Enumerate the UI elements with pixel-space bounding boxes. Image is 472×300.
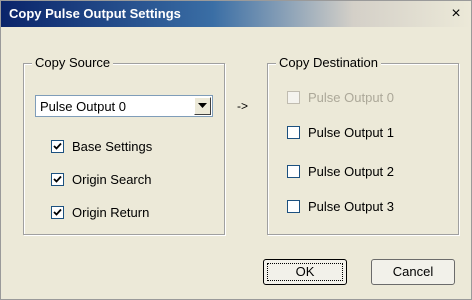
check-icon <box>53 142 62 150</box>
checkbox-box[interactable] <box>287 126 300 139</box>
cancel-button-label: Cancel <box>392 264 434 279</box>
copy-settings-dialog: Copy Pulse Output Settings × Copy Source… <box>0 0 472 300</box>
checkbox-box[interactable] <box>287 165 300 178</box>
checkbox-box[interactable] <box>287 200 300 213</box>
dropdown-button[interactable] <box>194 97 211 115</box>
checkbox-label: Origin Return <box>72 205 150 220</box>
title-bar[interactable]: Copy Pulse Output Settings × <box>1 1 471 27</box>
ok-button[interactable]: OK <box>263 259 347 285</box>
cancel-button[interactable]: Cancel <box>371 259 455 285</box>
checkbox-label: Base Settings <box>72 139 153 154</box>
check-icon <box>53 208 62 216</box>
checkbox-label: Pulse Output 3 <box>308 199 394 214</box>
checkbox-label: Origin Search <box>72 172 152 187</box>
copy-source-legend: Copy Source <box>32 55 114 70</box>
checkbox-box[interactable] <box>51 206 64 219</box>
chevron-down-icon <box>198 103 207 108</box>
checkbox-label: Pulse Output 1 <box>308 125 394 140</box>
check-icon <box>53 175 62 183</box>
focus-rect <box>267 263 343 281</box>
source-select-value: Pulse Output 0 <box>40 99 126 114</box>
checkbox-label: Pulse Output 2 <box>308 164 394 179</box>
checkbox-box[interactable] <box>51 140 64 153</box>
checkbox-box[interactable] <box>51 173 64 186</box>
copy-destination-legend: Copy Destination <box>276 55 381 70</box>
checkbox-box <box>287 91 300 104</box>
checkbox-label: Pulse Output 0 <box>308 90 394 105</box>
close-button[interactable]: × <box>447 5 465 23</box>
copy-direction-arrow: -> <box>237 99 249 113</box>
source-select[interactable]: Pulse Output 0 <box>35 95 213 117</box>
window-title: Copy Pulse Output Settings <box>9 6 181 21</box>
